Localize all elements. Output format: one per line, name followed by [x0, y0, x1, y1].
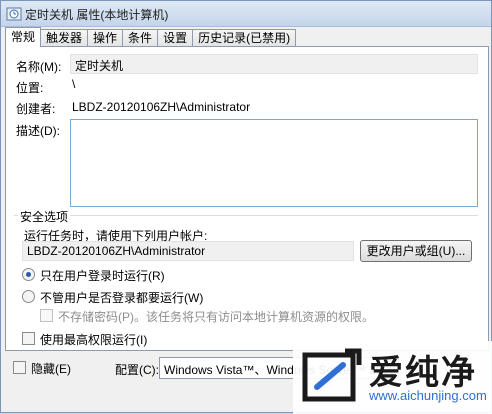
hidden-checkbox[interactable] [13, 361, 26, 374]
tab-conditions[interactable]: 条件 [122, 29, 159, 47]
no-store-password-checkbox[interactable] [40, 309, 53, 322]
configure-label: 配置(C): [115, 363, 159, 377]
brand-name: 爱纯净 [369, 354, 477, 392]
name-field[interactable]: 定时关机 [70, 54, 478, 74]
radio-logged-on-label[interactable]: 只在用户登录时运行(R) [40, 267, 165, 284]
no-store-password-label: 不存储密码(P)。该任务将只有访问本地计算机资源的权限。 [58, 310, 374, 324]
group-divider [14, 215, 478, 216]
highest-privileges-label[interactable]: 使用最高权限运行(I) [40, 331, 147, 348]
name-label: 名称(M): [16, 60, 62, 74]
location-value: \ [72, 77, 76, 91]
tab-settings[interactable]: 设置 [157, 29, 194, 47]
radio-any-user-label[interactable]: 不管用户是否登录都要运行(W) [40, 289, 203, 306]
change-user-button[interactable]: 更改用户或组(U)... [360, 240, 472, 262]
radio-logged-on[interactable] [22, 268, 35, 281]
author-value: LBDZ-20120106ZH\Administrator [72, 100, 251, 114]
description-textarea[interactable] [70, 119, 478, 207]
tab-actions[interactable]: 操作 [87, 29, 124, 47]
tab-bar: 常规 触发器 操作 条件 设置 历史记录(已禁用) [5, 27, 297, 47]
run-as-user-field: LBDZ-20120106ZH\Administrator [22, 241, 354, 261]
hidden-label[interactable]: 隐藏(E) [31, 360, 71, 377]
tab-history[interactable]: 历史记录(已禁用) [192, 29, 297, 47]
location-label: 位置: [16, 81, 44, 95]
author-label: 创建者: [16, 102, 56, 116]
watermark: 爱纯净 www.aichunjing.com [293, 341, 492, 414]
security-group-title: 安全选项 [18, 208, 71, 225]
description-label: 描述(D): [16, 124, 60, 138]
window-title: 定时关机 属性(本地计算机) [25, 8, 169, 22]
title-bar[interactable]: 定时关机 属性(本地计算机) [1, 1, 491, 27]
brand-url: www.aichunjing.com [369, 388, 487, 403]
highest-privileges-checkbox[interactable] [22, 332, 35, 345]
radio-any-user[interactable] [22, 290, 35, 303]
properties-window: 定时关机 属性(本地计算机) 常规 触发器 操作 条件 设置 历史记录(已禁用)… [0, 0, 492, 414]
tab-triggers[interactable]: 触发器 [40, 29, 89, 47]
tab-general[interactable]: 常规 [5, 27, 42, 47]
general-panel: 名称(M): 定时关机 位置: \ 创建者: LBDZ-20120106ZH\A… [5, 46, 489, 351]
task-icon [6, 7, 22, 21]
brand-logo-icon [302, 348, 362, 402]
